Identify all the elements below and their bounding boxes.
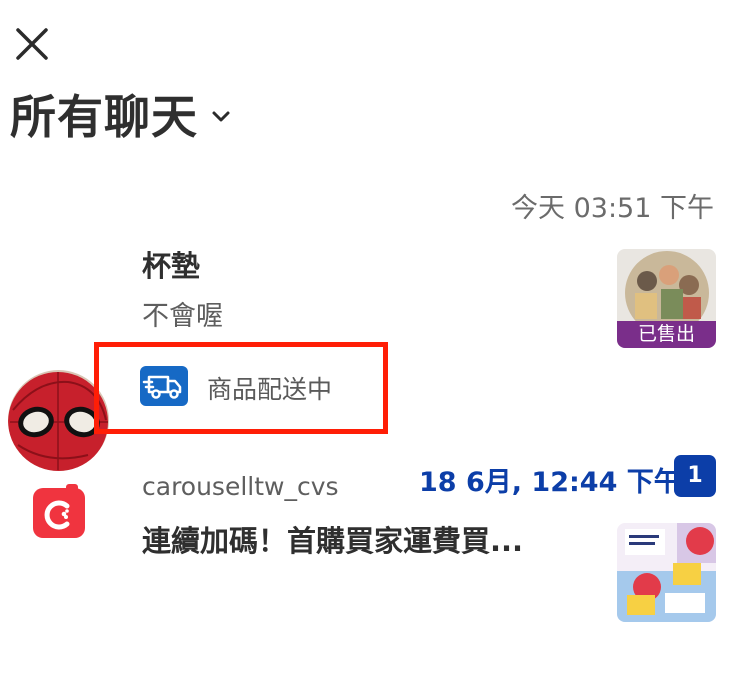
close-button[interactable]	[12, 24, 52, 64]
chat-title: 杯墊	[142, 249, 201, 283]
chat-timestamp: 18 6月, 12:44 下午	[419, 467, 681, 498]
sold-badge: 已售出	[617, 321, 716, 348]
promo-poster-image	[617, 523, 716, 622]
promo-thumbnail[interactable]	[617, 523, 716, 622]
chat-timestamp: 今天 03:51 下午	[511, 193, 714, 224]
chat-last-message: 連續加碼！首購買家運費買...	[142, 524, 524, 558]
close-icon	[16, 28, 48, 60]
page-title: 所有聊天	[10, 90, 198, 144]
chat-last-message: 不會喔	[142, 301, 223, 332]
unread-count-badge: 1	[674, 455, 716, 497]
carousell-logo-icon	[33, 484, 85, 538]
delivery-status-text: 商品配送中	[207, 375, 333, 404]
delivery-truck-icon	[140, 366, 188, 406]
avatar[interactable]	[33, 484, 85, 538]
chat-filter-dropdown[interactable]: 所有聊天	[10, 84, 232, 144]
chevron-down-icon	[212, 111, 230, 122]
chat-title: carouselltw_cvs	[142, 472, 339, 501]
product-thumbnail[interactable]: 已售出	[617, 249, 716, 348]
